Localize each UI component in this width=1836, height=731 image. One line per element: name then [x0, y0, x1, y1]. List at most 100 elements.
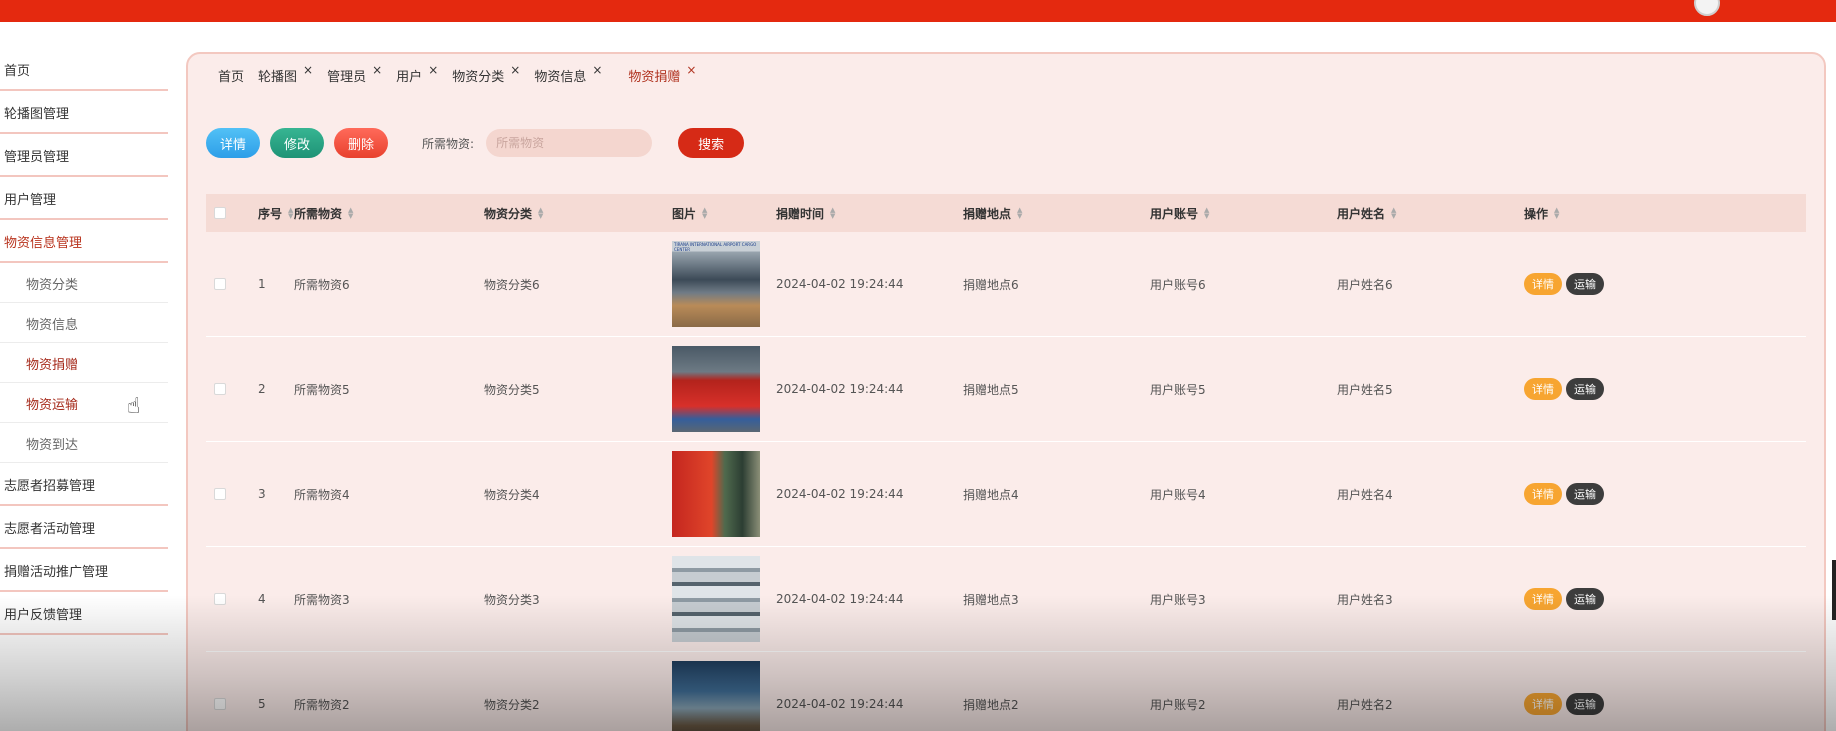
table-row[interactable]: 2 所需物资5 物资分类5 2024-04-02 19:24:44 捐赠地点5 …: [206, 337, 1806, 442]
sidebar-item-users[interactable]: 用户管理: [0, 177, 170, 220]
row-category: 物资分类2: [484, 697, 540, 712]
row-account: 用户账号5: [1150, 382, 1206, 397]
header-image[interactable]: 图片 ▲ ▼: [672, 205, 776, 222]
header-location[interactable]: 捐赠地点 ▲ ▼: [963, 205, 1150, 222]
sidebar-item-volunteer-activity[interactable]: 志愿者活动管理: [0, 506, 170, 549]
row-checkbox[interactable]: [214, 383, 226, 395]
sidebar-sub-category[interactable]: 物资分类: [0, 263, 170, 303]
tab-users[interactable]: 用户 ×: [396, 63, 438, 85]
search-button[interactable]: 搜索: [678, 128, 745, 158]
edit-button[interactable]: 修改: [270, 128, 325, 158]
header-category[interactable]: 物资分类 ▲ ▼: [484, 205, 672, 222]
sidebar-item-carousel[interactable]: 轮播图管理: [0, 91, 170, 134]
row-thumbnail[interactable]: [672, 556, 760, 642]
row-account: 用户账号4: [1150, 487, 1206, 502]
row-location: 捐赠地点2: [963, 697, 1019, 712]
tab-home[interactable]: 首页: [218, 66, 244, 85]
header-name[interactable]: 所需物资 ▲ ▼: [294, 205, 484, 222]
row-checkbox[interactable]: [214, 698, 226, 710]
select-all-checkbox[interactable]: [206, 207, 234, 219]
row-detail-button[interactable]: 详情: [1524, 588, 1562, 610]
row-location: 捐赠地点5: [963, 382, 1019, 397]
search-label: 所需物资:: [422, 136, 475, 151]
sidebar-item-volunteer-recruit[interactable]: 志愿者招募管理: [0, 463, 170, 506]
close-icon[interactable]: ×: [686, 63, 696, 77]
header-username[interactable]: 用户姓名 ▲ ▼: [1337, 205, 1524, 222]
row-checkbox[interactable]: [214, 278, 226, 290]
sidebar-item-supplies[interactable]: 物资信息管理: [0, 220, 170, 263]
sort-icon[interactable]: ▲ ▼: [348, 207, 353, 220]
search-input[interactable]: [486, 129, 653, 157]
row-detail-button[interactable]: 详情: [1524, 378, 1562, 400]
tab-label: 首页: [218, 70, 245, 85]
row-index: 1: [258, 277, 266, 291]
row-name: 所需物资6: [294, 277, 350, 292]
close-icon[interactable]: ×: [592, 63, 602, 77]
delete-button[interactable]: 删除: [334, 128, 389, 158]
avatar[interactable]: [1694, 0, 1720, 16]
sort-icon[interactable]: ▲ ▼: [1391, 207, 1396, 220]
sidebar: 首页 轮播图管理 管理员管理 用户管理 物资信息管理 物资分类 物资信息 物资捐…: [0, 48, 170, 635]
header-time[interactable]: 捐赠时间 ▲ ▼: [776, 205, 963, 222]
row-detail-button[interactable]: 详情: [1524, 273, 1562, 295]
tab-label: 管理员: [327, 70, 367, 85]
sort-icon[interactable]: ▲ ▼: [1554, 207, 1559, 220]
row-detail-button[interactable]: 详情: [1524, 693, 1562, 715]
sidebar-item-home[interactable]: 首页: [0, 48, 170, 91]
row-ship-button[interactable]: 运输: [1566, 483, 1604, 505]
sidebar-sub-info[interactable]: 物资信息: [0, 303, 170, 343]
row-checkbox[interactable]: [214, 488, 226, 500]
tab-info[interactable]: 物资信息 ×: [534, 63, 602, 85]
tab-label: 物资信息: [534, 70, 587, 85]
row-thumbnail[interactable]: [672, 451, 760, 537]
row-ship-button[interactable]: 运输: [1566, 273, 1604, 295]
row-location: 捐赠地点3: [963, 592, 1019, 607]
sidebar-item-admin[interactable]: 管理员管理: [0, 134, 170, 177]
sort-icon[interactable]: ▲ ▼: [1017, 207, 1022, 220]
sort-icon[interactable]: ▲ ▼: [288, 207, 293, 220]
row-thumbnail[interactable]: [672, 346, 760, 432]
toolbar: 详情 修改 删除 所需物资: 搜索: [206, 128, 745, 158]
header-label: 用户姓名: [1337, 206, 1386, 221]
sidebar-sub-transport[interactable]: 物资运输: [0, 383, 170, 423]
row-index: 5: [258, 697, 266, 711]
row-thumbnail[interactable]: [672, 661, 760, 731]
sort-icon[interactable]: ▲ ▼: [702, 207, 707, 220]
row-username: 用户姓名3: [1337, 592, 1393, 607]
row-ship-button[interactable]: 运输: [1566, 693, 1604, 715]
header-account[interactable]: 用户账号 ▲ ▼: [1150, 205, 1337, 222]
sort-icon[interactable]: ▲ ▼: [1204, 207, 1209, 220]
row-ship-button[interactable]: 运输: [1566, 588, 1604, 610]
close-icon[interactable]: ×: [372, 63, 382, 77]
row-thumbnail[interactable]: TIRANA INTERNATIONAL AIRPORT CARGO CENTE…: [672, 241, 760, 327]
sidebar-item-donation-promo[interactable]: 捐赠活动推广管理: [0, 549, 170, 592]
header-index[interactable]: 序号 ▲ ▼: [234, 205, 294, 222]
tab-donation[interactable]: 物资捐赠 ×: [628, 63, 696, 85]
header-ops[interactable]: 操作 ▲ ▼: [1524, 205, 1704, 222]
sidebar-item-feedback[interactable]: 用户反馈管理: [0, 592, 170, 635]
sidebar-sub-donation[interactable]: 物资捐赠: [0, 343, 170, 383]
sidebar-item-label: 物资信息管理: [4, 236, 83, 251]
table-row[interactable]: 3 所需物资4 物资分类4 2024-04-02 19:24:44 捐赠地点4 …: [206, 442, 1806, 547]
close-icon[interactable]: ×: [303, 63, 313, 77]
row-checkbox[interactable]: [214, 593, 226, 605]
tab-admin[interactable]: 管理员 ×: [327, 63, 382, 85]
table-row[interactable]: 4 所需物资3 物资分类3 2024-04-02 19:24:44 捐赠地点3 …: [206, 547, 1806, 652]
sort-icon[interactable]: ▲ ▼: [538, 207, 543, 220]
detail-button[interactable]: 详情: [206, 128, 261, 158]
sidebar-sub-label: 物资到达: [26, 437, 79, 453]
scrollbar[interactable]: [1832, 560, 1836, 620]
sidebar-sub-arrival[interactable]: 物资到达: [0, 423, 170, 463]
header-label: 物资分类: [484, 206, 533, 221]
row-ship-button[interactable]: 运输: [1566, 378, 1604, 400]
close-icon[interactable]: ×: [510, 63, 520, 77]
tab-category[interactable]: 物资分类 ×: [452, 63, 520, 85]
row-location: 捐赠地点4: [963, 487, 1019, 502]
close-icon[interactable]: ×: [428, 63, 438, 77]
checkbox[interactable]: [214, 207, 226, 219]
tab-carousel[interactable]: 轮播图 ×: [258, 63, 313, 85]
row-detail-button[interactable]: 详情: [1524, 483, 1562, 505]
table-row[interactable]: 5 所需物资2 物资分类2 2024-04-02 19:24:44 捐赠地点2 …: [206, 652, 1806, 731]
sort-icon[interactable]: ▲ ▼: [830, 207, 835, 220]
table-row[interactable]: 1 所需物资6 物资分类6 TIRANA INTERNATIONAL AIRPO…: [206, 232, 1806, 337]
